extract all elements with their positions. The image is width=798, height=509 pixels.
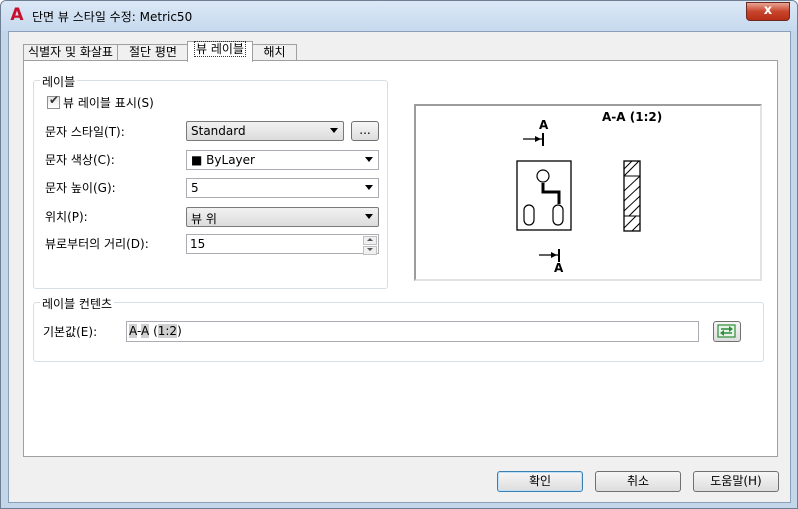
tab-hatch[interactable]: 해치 — [252, 44, 297, 61]
cut-arrowhead-top — [535, 136, 541, 142]
text-height-value: 5 — [191, 181, 199, 195]
cancel-button[interactable]: 취소 — [595, 471, 681, 492]
location-label: 위치(P): — [45, 210, 88, 224]
text-style-dropdown[interactable]: Standard — [186, 121, 344, 141]
spin-down-button[interactable] — [363, 246, 377, 255]
window-title: 단면 뷰 스타일 수정: Metric50 — [32, 10, 193, 24]
section-view-preview-drawing — [516, 133, 641, 262]
text-color-dropdown[interactable]: ■ ByLayer — [186, 150, 379, 170]
section-hatch — [623, 160, 641, 232]
insert-field-button[interactable] — [713, 321, 741, 342]
label-contents-title: 레이블 컨텐츠 — [40, 295, 115, 312]
distance-value: 15 — [190, 237, 206, 251]
close-icon: x — [763, 3, 773, 18]
chevron-down-icon — [365, 214, 373, 219]
color-swatch-icon: ■ — [191, 153, 203, 167]
text-color-label: 문자 색상(C): — [45, 153, 115, 167]
chevron-down-icon — [365, 157, 373, 162]
ok-button[interactable]: 확인 — [497, 471, 583, 492]
autocad-app-icon: A — [10, 5, 24, 25]
default-value-label: 기본값(E): — [43, 325, 98, 339]
help-button[interactable]: 도움말(H) — [693, 471, 779, 492]
tab-cutting-plane[interactable]: 절단 평면 — [117, 44, 189, 61]
text-height-combo[interactable]: 5 — [186, 178, 379, 198]
text-height-label: 문자 높이(G): — [45, 181, 116, 195]
title-bar[interactable]: A 단면 뷰 스타일 수정: Metric50 x — [1, 1, 797, 31]
distance-label: 뷰로부터의 거리(D): — [45, 237, 149, 251]
preview-bottom-identifier: A — [554, 261, 564, 275]
part-centerline — [541, 183, 561, 204]
chevron-down-icon — [330, 128, 338, 133]
label-contents-value: A-A (1:2) — [129, 324, 182, 338]
check-icon: ✔ — [49, 93, 60, 107]
location-dropdown[interactable]: 뷰 위 — [186, 207, 379, 227]
spin-down-icon — [367, 248, 373, 251]
dialog-window: A 단면 뷰 스타일 수정: Metric50 x 식별자 및 화살표 절단 평… — [0, 0, 798, 509]
show-view-label-checkbox[interactable]: ✔ — [47, 93, 60, 109]
text-style-value: Standard — [191, 124, 246, 138]
part-slot-right — [552, 204, 564, 226]
label-contents-field[interactable]: A-A (1:2) — [126, 321, 699, 342]
label-group: 레이블 ✔ 뷰 레이블 표시(S) 문자 스타일(T): Standard ..… — [33, 73, 388, 289]
text-style-browse-button[interactable]: ... — [351, 121, 379, 141]
cut-arrowhead-bottom — [551, 252, 557, 258]
part-hole — [536, 169, 550, 183]
close-button[interactable]: x — [746, 2, 790, 21]
tab-view-label[interactable]: 뷰 레이블 — [187, 41, 253, 62]
part-slot-left — [523, 204, 535, 226]
insert-field-icon — [717, 324, 736, 338]
label-group-title: 레이블 — [40, 73, 78, 90]
preview-top-identifier: A — [539, 118, 549, 132]
text-style-label: 문자 스타일(T): — [45, 125, 125, 139]
location-value: 뷰 위 — [191, 212, 217, 226]
view-label-tab-panel: 레이블 ✔ 뷰 레이블 표시(S) 문자 스타일(T): Standard ..… — [23, 60, 778, 457]
spin-up-icon — [367, 238, 373, 241]
dialog-client: 식별자 및 화살표 절단 평면 뷰 레이블 해치 레이블 ✔ 뷰 레이블 표시(… — [8, 31, 791, 503]
show-view-label-text: 뷰 레이블 표시(S) — [63, 96, 154, 110]
preview-view-label: A-A (1:2) — [602, 110, 663, 124]
chevron-down-icon — [365, 185, 373, 190]
preview-panel: A-A (1:2) A A — [414, 104, 762, 281]
label-contents-group: 레이블 컨텐츠 기본값(E): A-A (1:2) — [33, 295, 764, 362]
distance-spinner[interactable]: 15 — [186, 234, 379, 255]
text-color-value: ByLayer — [206, 153, 255, 167]
tab-identifiers-and-arrows[interactable]: 식별자 및 화살표 — [23, 44, 118, 61]
spin-up-button[interactable] — [363, 236, 377, 245]
